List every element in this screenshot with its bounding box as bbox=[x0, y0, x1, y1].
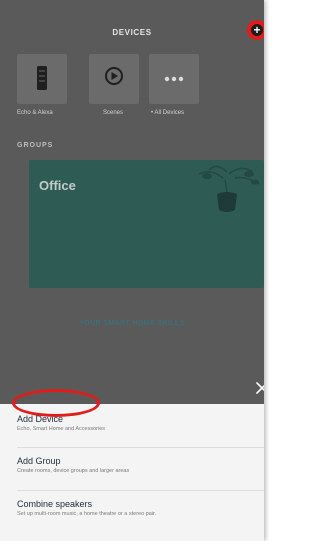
echo-device-icon bbox=[37, 66, 47, 90]
close-icon[interactable] bbox=[254, 380, 264, 396]
divider bbox=[17, 447, 264, 448]
smart-home-skills-link[interactable]: YOUR SMART HOME SKILLS bbox=[0, 320, 264, 327]
tile-label-echo-alexa: Echo & Alexa bbox=[17, 110, 53, 116]
option-subtitle: Set up multi-room music, a home theatre … bbox=[17, 511, 157, 517]
option-title: Add Group bbox=[17, 456, 61, 466]
option-title: Combine speakers bbox=[17, 499, 93, 509]
option-subtitle: Echo, Smart Home and Accessories bbox=[17, 426, 106, 432]
more-dots-icon bbox=[164, 76, 184, 82]
device-tiles: Echo & Alexa Scenes • All Devices bbox=[17, 54, 257, 124]
tile-scenes[interactable] bbox=[89, 54, 139, 104]
header: DEVICES + bbox=[0, 0, 264, 62]
devices-screen: DEVICES + Echo & Alexa Scenes • All Devi… bbox=[0, 0, 264, 541]
option-title: Add Device bbox=[17, 414, 64, 424]
add-device-button[interactable]: + bbox=[247, 20, 264, 40]
group-card-office[interactable]: Office bbox=[29, 160, 264, 288]
plant-icon bbox=[198, 165, 260, 212]
group-title: Office bbox=[39, 178, 76, 193]
tile-echo-alexa[interactable] bbox=[17, 54, 67, 104]
tile-label-scenes: Scenes bbox=[103, 110, 124, 116]
divider bbox=[17, 490, 264, 491]
add-menu-sheet: Add Device Echo, Smart Home and Accessor… bbox=[0, 404, 264, 541]
page-title: DEVICES bbox=[112, 28, 152, 37]
add-device-option[interactable]: Add Device Echo, Smart Home and Accessor… bbox=[0, 414, 264, 454]
combine-speakers-option[interactable]: Combine speakers Set up multi-room music… bbox=[0, 499, 264, 539]
option-subtitle: Create rooms, device groups and larger a… bbox=[17, 468, 130, 474]
plus-icon: + bbox=[251, 24, 263, 36]
play-icon bbox=[105, 67, 123, 85]
tile-all-devices[interactable] bbox=[149, 54, 199, 104]
tile-label-all-devices: • All Devices bbox=[151, 110, 185, 116]
groups-heading: GROUPS bbox=[17, 142, 54, 149]
